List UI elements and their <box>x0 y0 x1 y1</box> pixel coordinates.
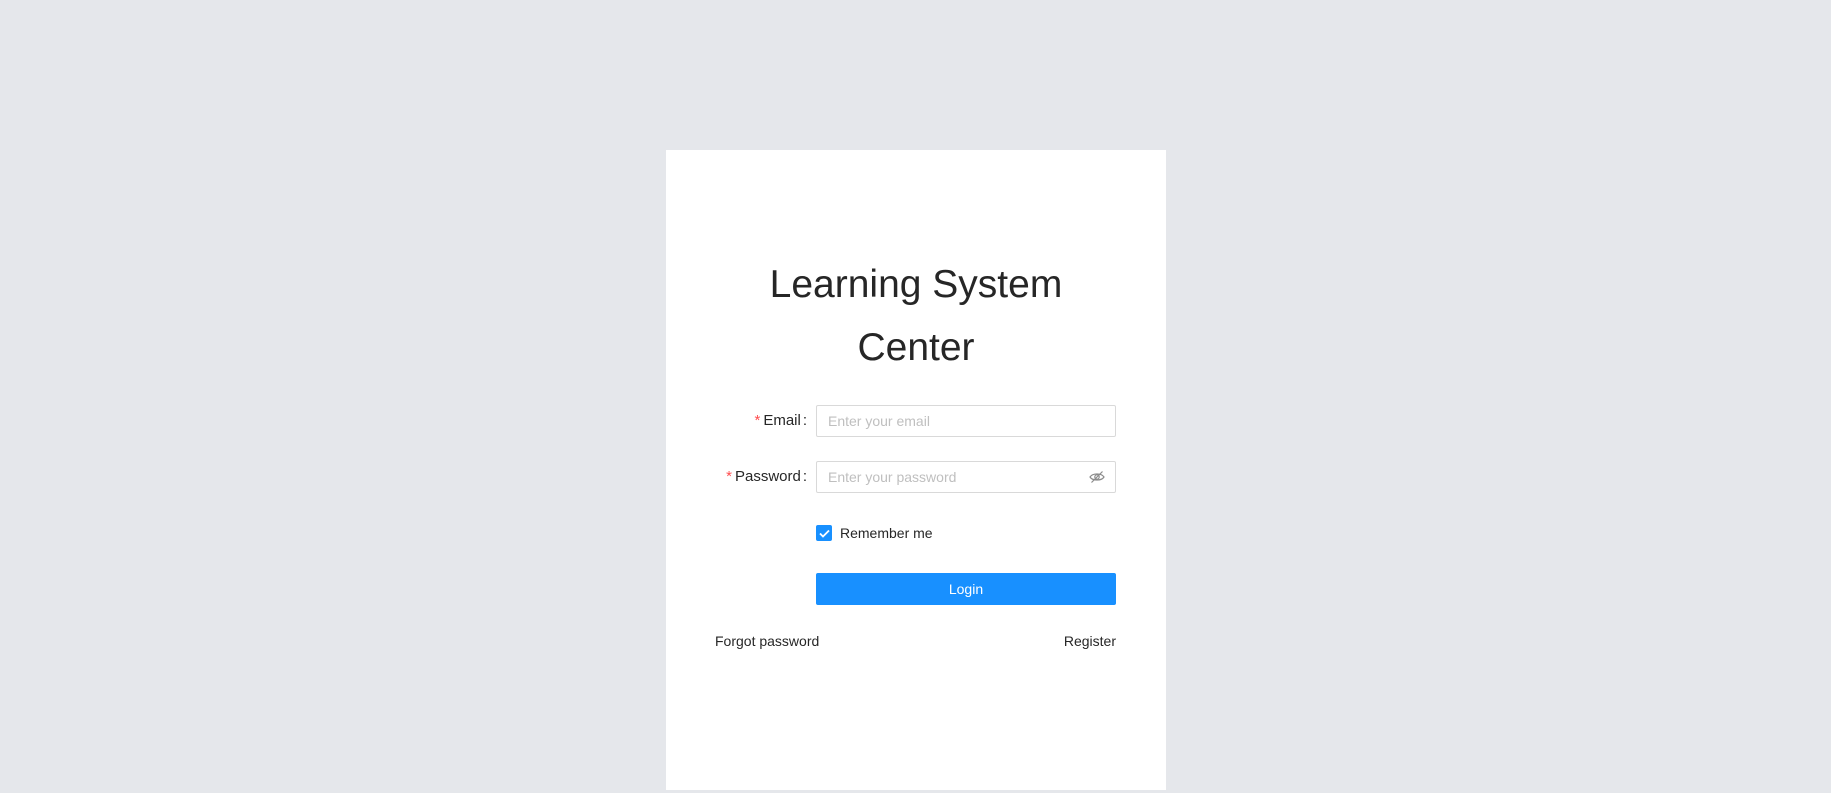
remember-me-checkbox[interactable]: Remember me <box>816 517 933 549</box>
register-link[interactable]: Register <box>1064 631 1116 651</box>
remember-me-label: Remember me <box>840 525 933 541</box>
password-input-wrapper <box>816 461 1116 493</box>
password-label: * Password: <box>726 468 807 485</box>
page-title: Learning System Center <box>666 253 1166 379</box>
remember-form-item: Remember me <box>666 517 1166 549</box>
email-form-item: * Email: <box>666 405 1166 437</box>
email-label-text: Email <box>763 412 801 429</box>
email-label: * Email: <box>754 412 807 429</box>
email-field[interactable] <box>817 406 1089 436</box>
required-mark: * <box>726 468 732 485</box>
email-input-wrapper <box>816 405 1116 437</box>
forgot-password-link[interactable]: Forgot password <box>715 631 819 651</box>
login-button[interactable]: Login <box>816 573 1116 605</box>
login-card: Learning System Center *Email: *Password… <box>666 150 1166 790</box>
checkbox-checked-icon[interactable] <box>816 525 832 541</box>
password-label-text: Password <box>734 468 801 485</box>
password-field[interactable] <box>817 462 1089 492</box>
footer-links: Forgot password Register <box>666 631 1166 663</box>
login-form-item: Login <box>666 573 1166 605</box>
title-line-2: Center <box>857 326 975 369</box>
password-form-item: * Password: <box>666 461 1166 493</box>
eye-invisible-icon[interactable] <box>1089 470 1105 484</box>
title-line-1: Learning System <box>769 263 1063 306</box>
required-mark: * <box>754 412 761 429</box>
